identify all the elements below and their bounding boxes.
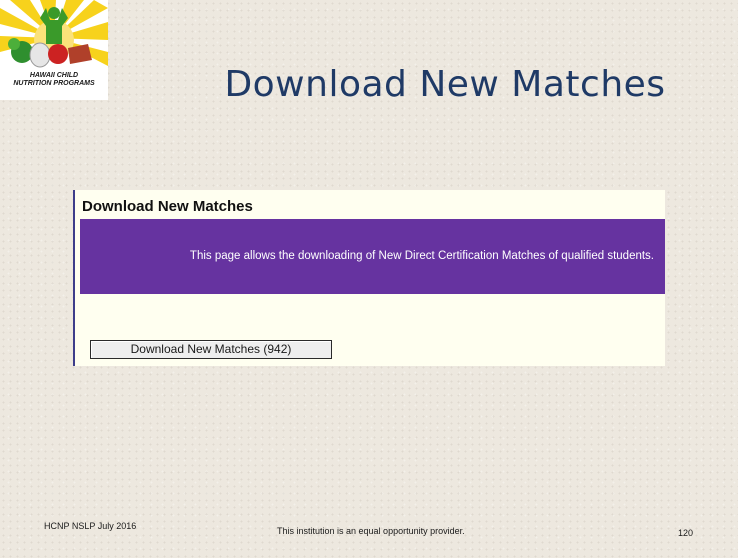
download-new-matches-button[interactable]: Download New Matches (942) xyxy=(90,340,332,359)
info-banner: This page allows the downloading of New … xyxy=(80,219,665,294)
screenshot-left-border xyxy=(73,190,75,366)
program-logo: HAWAII CHILD NUTRITION PROGRAMS xyxy=(0,0,108,100)
slide-title: Download New Matches xyxy=(224,64,666,105)
logo-line-1: HAWAII CHILD xyxy=(29,72,79,79)
page-heading: Download New Matches xyxy=(82,198,253,215)
info-banner-text: This page allows the downloading of New … xyxy=(189,250,654,262)
slide-number: 120 xyxy=(678,528,694,538)
logo-line-2: NUTRITION PROGRAMS xyxy=(13,80,95,87)
page-screenshot: Download New Matches This page allows th… xyxy=(73,190,665,366)
footer-date: HCNP NSLP July 2016 xyxy=(44,521,137,531)
footer-disclaimer: This institution is an equal opportunity… xyxy=(277,526,465,536)
